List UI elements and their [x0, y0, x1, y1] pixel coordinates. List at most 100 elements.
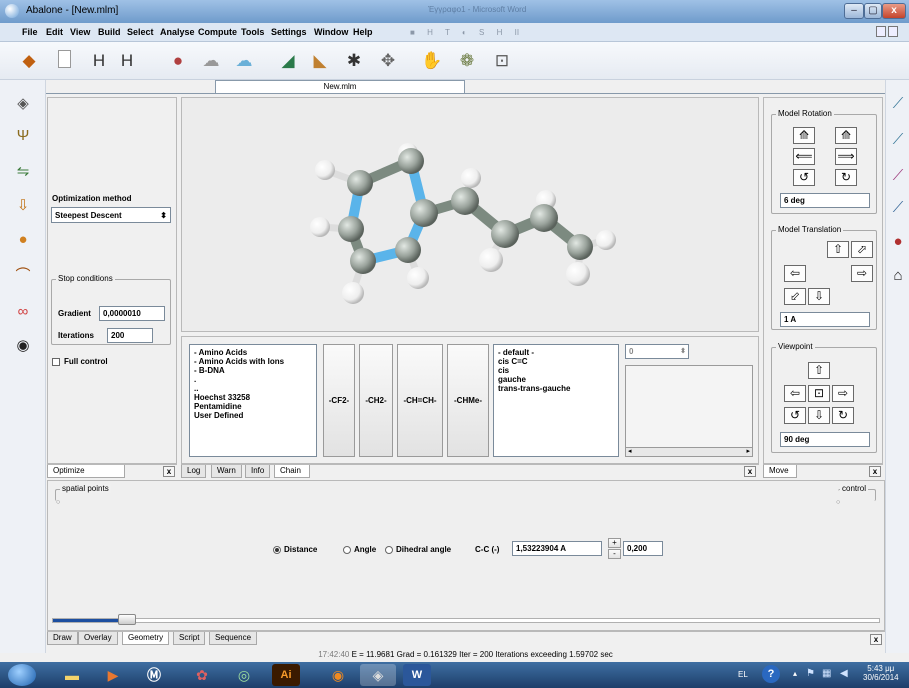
- ch-ch-button[interactable]: -CH=CH-: [397, 344, 443, 457]
- distance-option[interactable]: Distance: [273, 545, 317, 554]
- psi-icon[interactable]: Ψ: [11, 126, 35, 146]
- list-item[interactable]: ..: [194, 384, 312, 393]
- illustrator-icon[interactable]: Ai: [272, 664, 300, 686]
- save-all-icon[interactable]: H: [116, 50, 138, 72]
- s-icon[interactable]: S: [479, 28, 484, 37]
- ch2-button[interactable]: -CH2-: [359, 344, 393, 457]
- chain-horizontal-scrollbar[interactable]: ◂ ▸: [625, 447, 753, 457]
- tab-sequence[interactable]: Sequence: [209, 632, 258, 645]
- tab-warn[interactable]: Warn: [211, 465, 242, 478]
- angle-radio[interactable]: [343, 545, 351, 554]
- list-item[interactable]: User Defined: [194, 411, 312, 420]
- close-geometry-icon[interactable]: x: [870, 634, 882, 645]
- list-item[interactable]: Pentamidine: [194, 402, 312, 411]
- list-item[interactable]: - Amino Acids: [194, 348, 312, 357]
- view-right-icon[interactable]: ⇨: [832, 385, 854, 402]
- carbon-atom[interactable]: [347, 170, 373, 196]
- triangle-icon[interactable]: ◢: [277, 50, 299, 72]
- carbon-atom[interactable]: [567, 234, 593, 260]
- branch-icon[interactable]: ⟋: [886, 166, 909, 186]
- iterations-input[interactable]: 200: [107, 328, 153, 343]
- protein-icon[interactable]: ●: [167, 50, 189, 72]
- hydrogen-atom[interactable]: [566, 262, 590, 286]
- hydrogen-atom[interactable]: [407, 267, 429, 289]
- angle-icon[interactable]: ◣: [309, 50, 331, 72]
- saddle-icon[interactable]: ⌒: [11, 266, 35, 286]
- pin-icon[interactable]: ⊡: [491, 50, 513, 72]
- clock[interactable]: 5:43 μμ 30/6/2014: [863, 664, 899, 682]
- chain-icon[interactable]: ⟋: [886, 94, 909, 114]
- maximize-button[interactable]: ▢: [864, 3, 882, 19]
- word-icon[interactable]: W: [403, 664, 431, 686]
- list-item[interactable]: cis: [498, 366, 614, 375]
- rotate-right-icon[interactable]: ⟹: [835, 148, 857, 165]
- carbon-atom[interactable]: [410, 199, 438, 227]
- rewind-icon[interactable]: H: [427, 28, 433, 37]
- menu-tools[interactable]: Tools: [241, 27, 264, 37]
- menu-edit[interactable]: Edit: [46, 27, 63, 37]
- network-icon[interactable]: ❁: [456, 50, 478, 72]
- diamond-icon[interactable]: ✥: [377, 50, 399, 72]
- network-tray-icon[interactable]: ▦: [822, 668, 831, 679]
- atom-icon[interactable]: ●: [886, 232, 909, 252]
- ring-icon[interactable]: ⟋: [886, 198, 909, 218]
- record-icon[interactable]: ◐: [462, 28, 467, 37]
- rotate-cw-icon[interactable]: ↻: [835, 169, 857, 186]
- view-reset-icon[interactable]: ⊡: [808, 385, 830, 402]
- angle-option[interactable]: Angle: [343, 545, 376, 554]
- cd-icon[interactable]: ◎: [226, 664, 262, 686]
- pause-icon[interactable]: II: [515, 28, 519, 37]
- rotate-ccw-icon[interactable]: ↺: [793, 169, 815, 186]
- cube-icon[interactable]: ◈: [11, 94, 35, 114]
- step-input[interactable]: 0,200: [623, 541, 663, 556]
- arch-icon[interactable]: ⌂: [886, 266, 909, 286]
- view-down-icon[interactable]: ⇩: [808, 407, 830, 424]
- menu-help[interactable]: Help: [353, 27, 373, 37]
- tab-log[interactable]: Log: [181, 465, 207, 478]
- m-icon[interactable]: Ⓜ: [136, 664, 172, 686]
- hydrogen-atom[interactable]: [461, 168, 481, 188]
- bond-length-input[interactable]: 1,53223904 A: [512, 541, 602, 556]
- list-item[interactable]: cis C=C: [498, 357, 614, 366]
- media-player-icon[interactable]: ▶: [95, 664, 131, 686]
- bullet-icon[interactable]: ●: [11, 230, 35, 250]
- molecule-canvas[interactable]: [182, 98, 760, 333]
- carbon-atom[interactable]: [398, 148, 424, 174]
- abalone-icon[interactable]: ◈: [360, 664, 396, 686]
- tab-optimize[interactable]: Optimize: [47, 465, 125, 478]
- full-control-checkbox[interactable]: [52, 358, 60, 366]
- bond-icon[interactable]: ⟋: [886, 130, 909, 150]
- molecule-viewport[interactable]: [181, 97, 759, 332]
- tab-draw[interactable]: Draw: [47, 632, 78, 645]
- close-move-icon[interactable]: x: [869, 466, 881, 477]
- translate-up-icon[interactable]: ⇧: [827, 241, 849, 258]
- rotation-step-input[interactable]: 6 deg: [780, 193, 870, 208]
- list-item[interactable]: gauche: [498, 375, 614, 384]
- hand-icon[interactable]: ✋: [421, 50, 443, 72]
- close-button[interactable]: x: [882, 3, 906, 19]
- rotate-up-icon[interactable]: ⟰: [793, 127, 815, 144]
- translate-right-icon[interactable]: ⇨: [851, 265, 873, 282]
- sort-icon[interactable]: ⇩: [11, 196, 35, 216]
- t-icon[interactable]: T: [445, 28, 450, 37]
- book-icon[interactable]: ◆: [18, 50, 40, 72]
- menu-settings[interactable]: Settings: [271, 27, 307, 37]
- tab-info[interactable]: Info: [245, 465, 271, 478]
- app-icon[interactable]: [5, 4, 19, 18]
- hydrogen-atom[interactable]: [310, 217, 330, 237]
- translate-left-icon[interactable]: ⇦: [784, 265, 806, 282]
- optimization-method-select[interactable]: Steepest Descent ⬍: [51, 207, 171, 223]
- tab-script[interactable]: Script: [173, 632, 206, 645]
- rotate-left-icon[interactable]: ⟸: [793, 148, 815, 165]
- mdi-restore-icon[interactable]: [876, 26, 886, 37]
- carbon-atom[interactable]: [530, 204, 558, 232]
- increase-button[interactable]: +: [608, 538, 621, 548]
- list-item[interactable]: Hoechst 33258: [194, 393, 312, 402]
- menu-build[interactable]: Build: [98, 27, 121, 37]
- view-cw-icon[interactable]: ↻: [832, 407, 854, 424]
- close-optimize-icon[interactable]: x: [163, 466, 175, 477]
- forward-icon[interactable]: H: [497, 28, 503, 37]
- menu-analyse[interactable]: Analyse: [160, 27, 195, 37]
- title-bar[interactable]: Abalone - [New.mlm] Έγγραφο1 - Microsoft…: [0, 0, 909, 23]
- carbon-atom[interactable]: [350, 248, 376, 274]
